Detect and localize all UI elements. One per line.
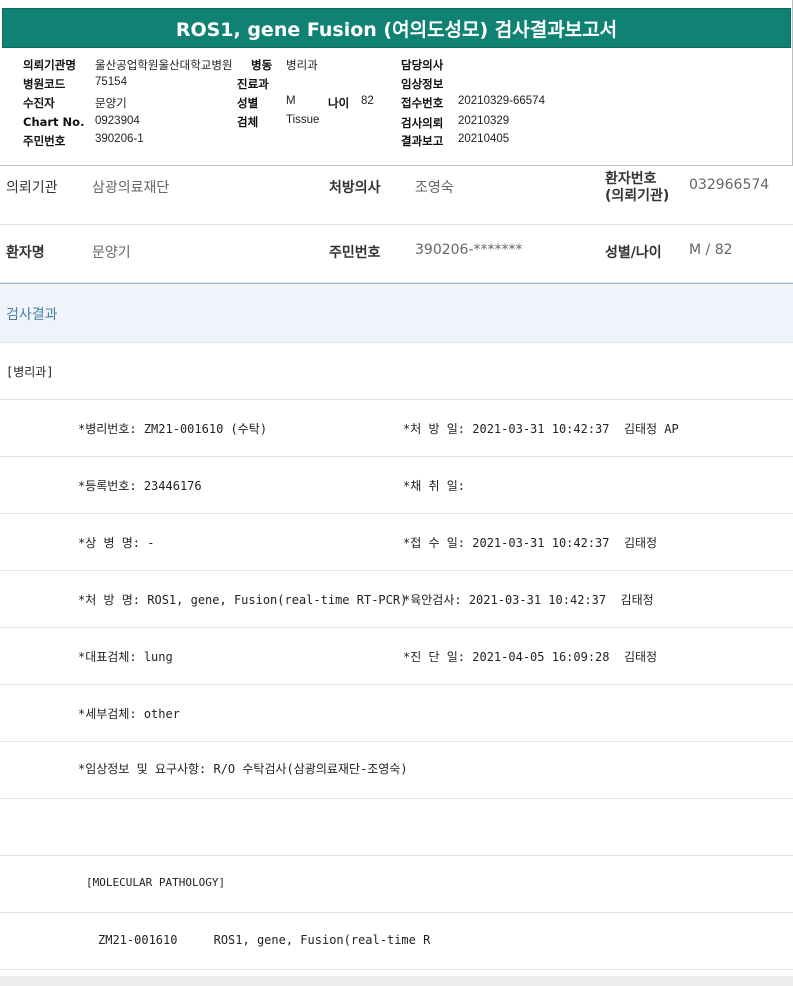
hospital-code-value: 75154 [95, 76, 127, 88]
bottom-scroll-area [0, 976, 793, 986]
institution-info-value: 삼광의료재단 [92, 180, 170, 196]
registration-no-text: *등록번호: 23446176 [78, 479, 202, 493]
ward-label: 병동 [251, 58, 273, 72]
specimen-label: 검체 [237, 115, 259, 129]
gross-exam-text: *육안검사: 2021-03-31 10:42:37 김태정 [403, 593, 654, 607]
prescription-name-text: *처 방 명: ROS1, gene, Fusion(real-time RT-… [78, 593, 408, 607]
result-row-disease: *상 병 명: - *접 수 일: 2021-03-31 10:42:37 김태… [0, 514, 793, 571]
receipt-date-text: *접 수 일: 2021-03-31 10:42:37 김태정 [403, 536, 658, 550]
result-row-sub-specimen: *세부검체: other [0, 685, 793, 742]
institution-info-label: 의뢰기관 [6, 180, 58, 196]
sub-specimen-text: *세부검체: other [78, 707, 180, 721]
result-row-molecular-line: ZM21-001610 ROS1, gene, Fusion(real-time… [0, 913, 793, 970]
patient-value: 문양기 [95, 98, 127, 110]
patient-name-label: 환자명 [6, 245, 45, 261]
receipt-no-value: 20210329-66574 [458, 95, 545, 107]
info-row-patient: 환자명 문양기 주민번호 390206-******* 성별/나이 M / 82 [0, 225, 793, 283]
result-row-main-specimen: *대표검체: lung *진 단 일: 2021-04-05 16:09:28 … [0, 628, 793, 685]
age-label: 나이 [328, 96, 350, 110]
resident-info-value: 390206-******* [415, 242, 523, 258]
doctor-label: 담당의사 [401, 58, 444, 72]
result-row-pathology: *병리번호: ZM21-001610 (수탁) *처 방 일: 2021-03-… [0, 400, 793, 457]
pathology-no-text: *병리번호: ZM21-001610 (수탁) [78, 422, 268, 436]
request-label: 검사의뢰 [401, 116, 444, 130]
receipt-no-label: 접수번호 [401, 96, 444, 110]
results-section-header: 검사결과 [0, 283, 793, 343]
specimen-value: Tissue [286, 114, 320, 126]
institution-label: 의뢰기관명 [23, 58, 76, 72]
result-report-value: 20210405 [458, 133, 510, 145]
patient-name-value: 문양기 [92, 245, 131, 261]
age-value: 82 [361, 95, 374, 107]
result-row-department: [병리과] [0, 343, 793, 400]
sex-label: 성별 [237, 96, 259, 110]
chart-no-value: 0923904 [95, 115, 140, 127]
result-row-clinical-request: *임상정보 및 요구사항: R/O 수탁검사(삼광의료재단-조영숙) [0, 742, 793, 799]
clinical-request-text: *임상정보 및 요구사항: R/O 수탁검사(삼광의료재단-조영숙) [78, 762, 408, 776]
diagnosis-date-text: *진 단 일: 2021-04-05 16:09:28 김태정 [403, 650, 658, 664]
ward-value: 병리과 [286, 60, 318, 72]
request-value: 20210329 [458, 115, 510, 127]
resident-info-label: 주민번호 [329, 245, 381, 261]
sexage-label: 성별/나이 [605, 245, 662, 261]
result-row-molecular-header: [MOLECULAR PATHOLOGY] [0, 856, 793, 913]
patient-no-value: 032966574 [689, 177, 770, 193]
department-label: 진료과 [237, 77, 269, 91]
molecular-header-text: [MOLECULAR PATHOLOGY] [86, 876, 226, 889]
result-report-label: 결과보고 [401, 134, 444, 148]
patient-no-label-line2: (의뢰기관) [605, 188, 670, 204]
resident-label: 주민번호 [23, 134, 66, 148]
hospital-code-label: 병원코드 [23, 77, 66, 91]
info-row-institution: 의뢰기관 삼광의료재단 처방의사 조영숙 환자번호 (의뢰기관) 0329665… [0, 166, 793, 225]
disease-name-text: *상 병 명: - [78, 536, 155, 550]
department-text: [병리과] [6, 365, 54, 379]
report-title: ROS1, gene Fusion (여의도성모) 검사결과보고서 [2, 8, 791, 48]
clinical-info-label: 임상정보 [401, 77, 444, 91]
institution-value: 울산공업학원울산대학교병원 [95, 60, 233, 72]
results-section-title: 검사결과 [6, 307, 58, 323]
result-row-prescription: *처 방 명: ROS1, gene, Fusion(real-time RT-… [0, 571, 793, 628]
prescriber-label: 처방의사 [329, 180, 381, 196]
patient-label: 수진자 [23, 96, 55, 110]
result-row-registration: *등록번호: 23446176 *채 취 일: [0, 457, 793, 514]
main-specimen-text: *대표검체: lung [78, 650, 173, 664]
resident-value: 390206-1 [95, 133, 144, 145]
report-title-bar: ROS1, gene Fusion (여의도성모) 검사결과보고서 [0, 0, 793, 55]
result-row-empty [0, 799, 793, 856]
molecular-line-text: ZM21-001610 ROS1, gene, Fusion(real-time… [98, 933, 431, 947]
collect-date-text: *채 취 일: [403, 479, 466, 493]
chart-no-label: Chart No. [23, 115, 85, 129]
prescribe-date-text: *처 방 일: 2021-03-31 10:42:37 김태정 AP [403, 422, 679, 436]
sexage-value: M / 82 [689, 242, 733, 258]
prescriber-value: 조영숙 [415, 180, 454, 196]
report-header: 의뢰기관명 울산공업학원울산대학교병원 병동 병리과 담당의사 병원코드 751… [0, 55, 793, 165]
sex-value: M [286, 95, 296, 107]
